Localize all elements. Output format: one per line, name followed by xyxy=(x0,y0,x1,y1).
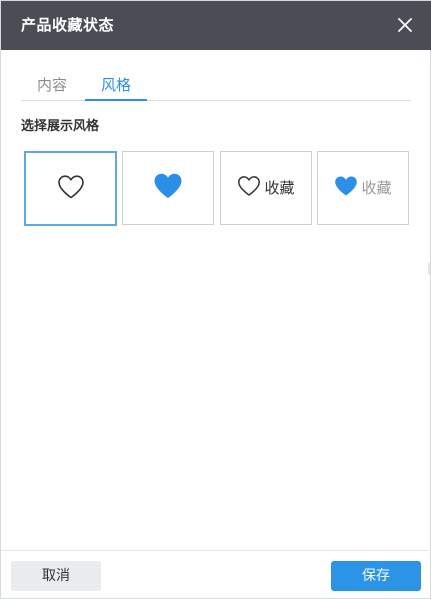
heart-outline-icon xyxy=(57,174,85,204)
tab-style[interactable]: 风格 xyxy=(85,73,147,101)
cancel-button[interactable]: 取消 xyxy=(11,561,101,591)
option-label-favorite: 收藏 xyxy=(361,179,392,197)
section-label: 选择展示风格 xyxy=(21,119,100,134)
scroll-edge xyxy=(428,263,430,275)
tab-content[interactable]: 内容 xyxy=(21,73,83,99)
tab-bar: 内容 风格 xyxy=(21,73,411,101)
heart-filled-icon xyxy=(334,175,358,201)
dialog-footer: 取消 保存 xyxy=(1,550,431,599)
product-favorite-dialog: 产品收藏状态 内容 风格 选择展示风格 收藏 收藏 取消 保存 xyxy=(0,0,431,599)
heart-outline-icon xyxy=(237,175,261,201)
dialog-titlebar: 产品收藏状态 xyxy=(1,1,431,50)
style-option-outline-heart-with-text[interactable]: 收藏 xyxy=(220,151,312,225)
heart-filled-icon xyxy=(153,172,183,204)
style-option-outline-heart[interactable] xyxy=(24,151,117,226)
close-icon[interactable] xyxy=(394,14,416,36)
option-label-favorite: 收藏 xyxy=(264,179,295,197)
dialog-title: 产品收藏状态 xyxy=(21,16,115,34)
style-option-filled-heart-with-text[interactable]: 收藏 xyxy=(317,151,409,225)
save-button[interactable]: 保存 xyxy=(331,561,421,591)
style-option-filled-heart[interactable] xyxy=(122,151,214,225)
